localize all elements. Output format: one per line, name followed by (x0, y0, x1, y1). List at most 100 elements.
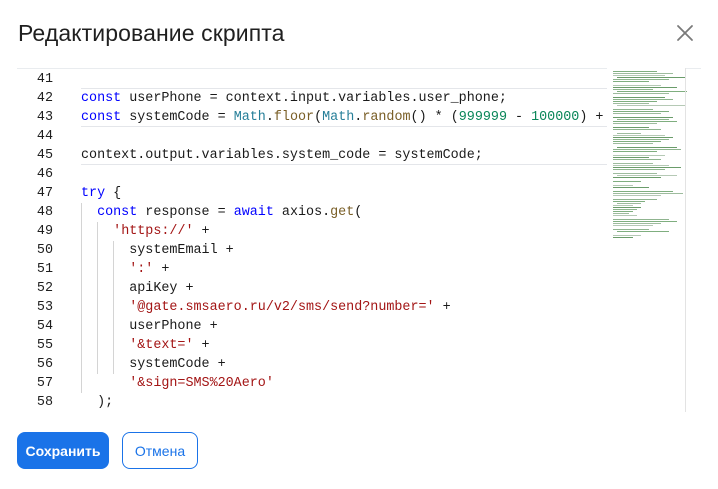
minimap-line (617, 231, 669, 232)
close-button[interactable] (672, 20, 698, 46)
minimap-line (613, 143, 653, 144)
code-line[interactable]: 50 systemEmail + (17, 241, 607, 260)
code-line[interactable]: 51 ':' + (17, 260, 607, 279)
minimap-line (613, 139, 669, 140)
code-text: 'https://' + (113, 224, 210, 239)
code-line[interactable]: 53 '@gate.smsaero.ru/v2/sms/send?number=… (17, 298, 607, 317)
line-number: 50 (36, 243, 53, 258)
minimap-line (613, 237, 633, 238)
minimap-line (613, 141, 661, 142)
save-button[interactable]: Сохранить (17, 432, 109, 469)
code-text: context.output.variables.system_code = s… (81, 148, 483, 163)
minimap-line (613, 109, 653, 110)
minimap-line (613, 81, 649, 82)
line-number: 56 (36, 357, 53, 372)
minimap-line (613, 205, 633, 206)
code-line[interactable]: 57 '&sign=SMS%20Aero' (17, 374, 607, 393)
minimap-line (613, 177, 661, 178)
minimap-line (613, 93, 669, 94)
minimap-line (613, 101, 657, 102)
code-editor[interactable]: 41 42 const userPhone = context.input.vari… (17, 68, 701, 412)
minimap-line (613, 87, 677, 88)
code-text: '@gate.smsaero.ru/v2/sms/send?number=' + (129, 300, 451, 315)
line-number: 57 (36, 376, 53, 391)
code-line[interactable]: 49 'https://' + (17, 222, 607, 241)
code-line[interactable]: 47 try { (17, 184, 607, 203)
minimap-line (617, 133, 641, 134)
line-separator (81, 126, 607, 127)
code-area[interactable]: 41 42 const userPhone = context.input.vari… (17, 68, 607, 412)
line-separator (81, 88, 607, 89)
minimap-line (613, 163, 653, 164)
code-line[interactable]: 54 userPhone + (17, 317, 607, 336)
dialog-title: Редактирование скрипта (18, 20, 285, 46)
edit-script-dialog: Редактирование скрипта 41 42 const userPho… (0, 0, 718, 489)
code-line[interactable]: 43 const systemCode = Math.floor(Math.ran… (17, 108, 607, 127)
minimap-line (613, 201, 645, 202)
line-number: 42 (36, 91, 53, 106)
code-line[interactable]: 58 ); (17, 393, 607, 412)
code-text: '&text=' + (129, 338, 210, 353)
minimap-line (613, 123, 657, 124)
line-number: 44 (36, 129, 53, 144)
line-number: 49 (36, 224, 53, 239)
code-text: const response = await axios.get( (97, 205, 363, 220)
code-line[interactable]: 45 context.output.variables.system_code =… (17, 146, 607, 165)
code-text: ':' + (129, 262, 170, 277)
line-number: 58 (36, 395, 53, 410)
code-line[interactable]: 44 (17, 127, 607, 146)
code-line[interactable]: 48 const response = await axios.get( (17, 203, 607, 222)
code-line[interactable]: 55 '&text=' + (17, 336, 607, 355)
minimap-line (613, 223, 661, 224)
minimap-line (613, 159, 661, 160)
line-number: 54 (36, 319, 53, 334)
minimap-line (613, 207, 641, 208)
vertical-scrollbar[interactable] (685, 68, 686, 412)
line-separator (81, 164, 607, 165)
minimap-line (617, 105, 685, 106)
line-number: 48 (36, 205, 53, 220)
code-text: const systemCode = Math.floor(Math.rando… (81, 110, 604, 125)
minimap-line (613, 89, 653, 90)
minimap-line (613, 195, 661, 196)
minimap-line (613, 103, 649, 104)
minimap-line (617, 147, 677, 148)
minimap-line (613, 157, 649, 158)
minimap-line (617, 77, 685, 78)
line-number: 51 (36, 262, 53, 277)
minimap-line (617, 119, 669, 120)
code-line[interactable]: 42 const userPhone = context.input.variab… (17, 89, 607, 108)
minimap-line (613, 151, 657, 152)
indent-guide (113, 241, 114, 374)
line-number: 47 (36, 186, 53, 201)
minimap-line (613, 169, 665, 170)
minimap-line (617, 175, 677, 176)
code-line[interactable]: 52 apiKey + (17, 279, 607, 298)
minimap-line (613, 213, 629, 214)
line-number: 43 (36, 110, 53, 125)
code-line[interactable]: 41 (17, 70, 607, 89)
minimap-line (613, 79, 669, 80)
minimap-line (613, 85, 661, 86)
minimap-line (613, 167, 681, 168)
code-line[interactable]: 56 systemCode + (17, 355, 607, 374)
minimap-line (613, 73, 673, 74)
minimap-line (613, 135, 665, 136)
close-icon (677, 25, 693, 41)
cancel-button[interactable]: Отмена (122, 432, 198, 469)
minimap-line (613, 149, 681, 150)
code-line[interactable]: 46 (17, 165, 607, 184)
minimap-line (613, 137, 673, 138)
minimap-line (617, 91, 687, 92)
line-number: 46 (36, 167, 53, 182)
minimap[interactable] (607, 68, 687, 412)
code-text: const userPhone = context.input.variable… (81, 91, 507, 106)
line-number: 41 (36, 72, 53, 87)
code-text: '&sign=SMS%20Aero' (129, 376, 274, 391)
code-text: ); (81, 395, 114, 410)
minimap-line (613, 181, 641, 182)
indent-guide (97, 222, 98, 374)
line-number: 45 (36, 148, 53, 163)
code-text: userPhone + (81, 319, 218, 334)
minimap-line (613, 191, 673, 192)
